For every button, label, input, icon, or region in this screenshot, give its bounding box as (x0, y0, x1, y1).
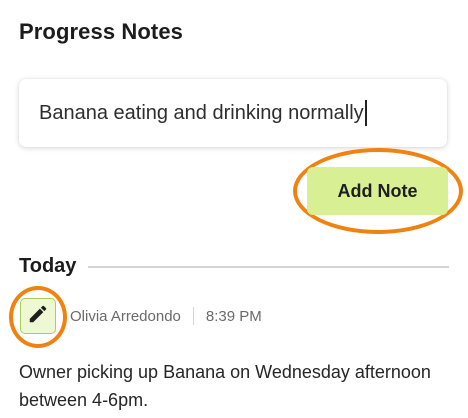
section-heading-today: Today (19, 255, 449, 278)
page-title: Progress Notes (19, 19, 184, 44)
section-divider (88, 265, 449, 268)
note-time: 8:39 PM (205, 307, 262, 325)
meta-divider (192, 307, 194, 325)
add-note-button[interactable]: Add Note (307, 167, 448, 215)
note-input-value: Banana eating and drinking normally (39, 101, 364, 124)
note-author: Olivia Arredondo (70, 307, 181, 325)
pencil-icon (27, 303, 49, 330)
progress-notes-page: Progress Notes Banana eating and drinkin… (0, 0, 468, 418)
edit-note-button[interactable] (20, 298, 56, 334)
note-meta: Olivia Arredondo 8:39 PM (70, 307, 262, 325)
section-heading-label: Today (19, 255, 77, 277)
note-text: Owner picking up Banana on Wednesday aft… (19, 362, 431, 410)
note-input[interactable]: Banana eating and drinking normally (19, 79, 447, 147)
text-caret (364, 100, 367, 126)
